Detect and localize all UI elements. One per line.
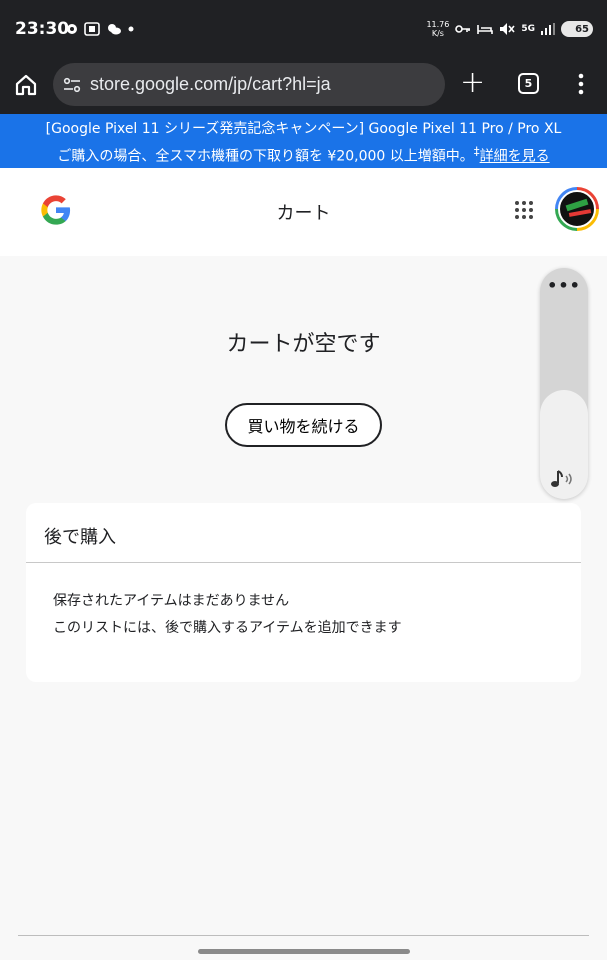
promo-details-link[interactable]: 詳細を見る <box>480 149 550 165</box>
status-time: 23:30 <box>15 19 70 39</box>
battery-level: 65 <box>575 23 589 35</box>
mute-icon <box>500 23 515 35</box>
more-menu-icon[interactable] <box>573 72 589 96</box>
card-divider <box>26 562 581 563</box>
promo-line-2-text: ご購入の場合、全スマホ機種の下取り額を ¥20,000 以上増額中。 <box>57 148 474 165</box>
bottom-divider <box>18 935 589 936</box>
screenshot-icon <box>84 22 100 36</box>
apps-grid-icon[interactable] <box>514 200 534 220</box>
save-for-later-hint: このリストには、後で購入するアイテムを追加できます <box>53 620 402 636</box>
browser-toolbar: store.google.com/jp/cart?hl=ja + 5 <box>0 60 607 114</box>
site-settings-icon[interactable] <box>62 75 82 95</box>
save-for-later-card: 後で購入 保存されたアイテムはまだありません このリストには、後で購入するアイテ… <box>26 503 581 682</box>
home-icon[interactable] <box>14 73 38 97</box>
promo-line-2: ご購入の場合、全スマホ機種の下取り額を ¥20,000 以上増額中。‡詳細を見る <box>0 140 607 168</box>
status-right-icons: 11.76 K/s 5G 65 <box>426 20 593 38</box>
promo-line-1: [Google Pixel 11 シリーズ発売記念キャンペーン] Google … <box>45 121 562 137</box>
speed-value: 11.76 <box>426 20 450 29</box>
network-speed: 11.76 K/s <box>426 20 449 38</box>
tab-switcher-button[interactable]: 5 <box>518 73 539 94</box>
save-for-later-empty-message: 保存されたアイテムはまだありません <box>53 593 290 609</box>
volume-more-button[interactable]: ••• <box>540 276 588 295</box>
promo-banner: [Google Pixel 11 シリーズ発売記念キャンペーン] Google … <box>0 114 607 168</box>
account-avatar[interactable] <box>555 187 599 231</box>
address-bar[interactable]: store.google.com/jp/cart?hl=ja <box>53 63 445 106</box>
status-left-icons <box>66 22 134 36</box>
key-icon <box>455 25 471 33</box>
save-for-later-title: 後で購入 <box>44 527 116 548</box>
dot-icon <box>128 26 134 32</box>
new-tab-button[interactable]: + <box>460 68 485 98</box>
empty-cart-title: カートが空です <box>226 332 381 357</box>
continue-shopping-button[interactable]: 買い物を続ける <box>225 403 382 447</box>
avatar-image <box>558 190 596 228</box>
speed-unit: K/s <box>431 29 444 38</box>
tab-count: 5 <box>524 77 533 90</box>
volume-panel[interactable]: ••• <box>540 268 588 499</box>
notification-icon <box>67 24 77 34</box>
url-text: store.google.com/jp/cart?hl=ja <box>90 74 331 94</box>
battery-icon: 65 <box>561 21 593 37</box>
music-note-icon <box>551 470 572 487</box>
bed-icon <box>477 25 494 34</box>
network-type: 5G <box>521 24 535 34</box>
gesture-nav-handle[interactable] <box>198 949 410 954</box>
signal-icon <box>541 23 555 35</box>
weather-icon <box>108 24 121 35</box>
status-bar: 23:30 11.76 K/s 5G 65 <box>0 0 607 60</box>
